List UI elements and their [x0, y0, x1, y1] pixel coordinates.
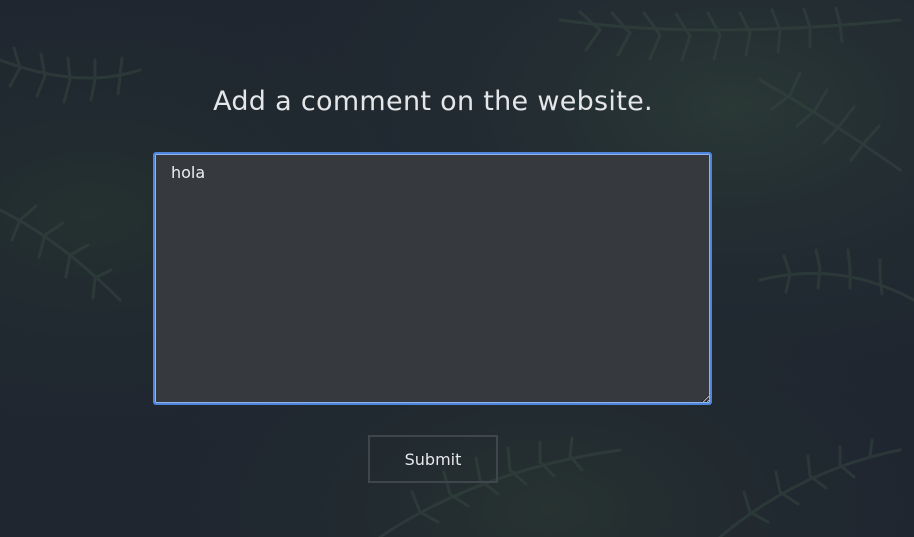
submit-button[interactable]: Submit: [368, 435, 498, 483]
comment-textarea[interactable]: hola: [153, 152, 712, 405]
comment-form: Add a comment on the website. hola Submi…: [0, 0, 914, 537]
page-title: Add a comment on the website.: [213, 86, 653, 117]
